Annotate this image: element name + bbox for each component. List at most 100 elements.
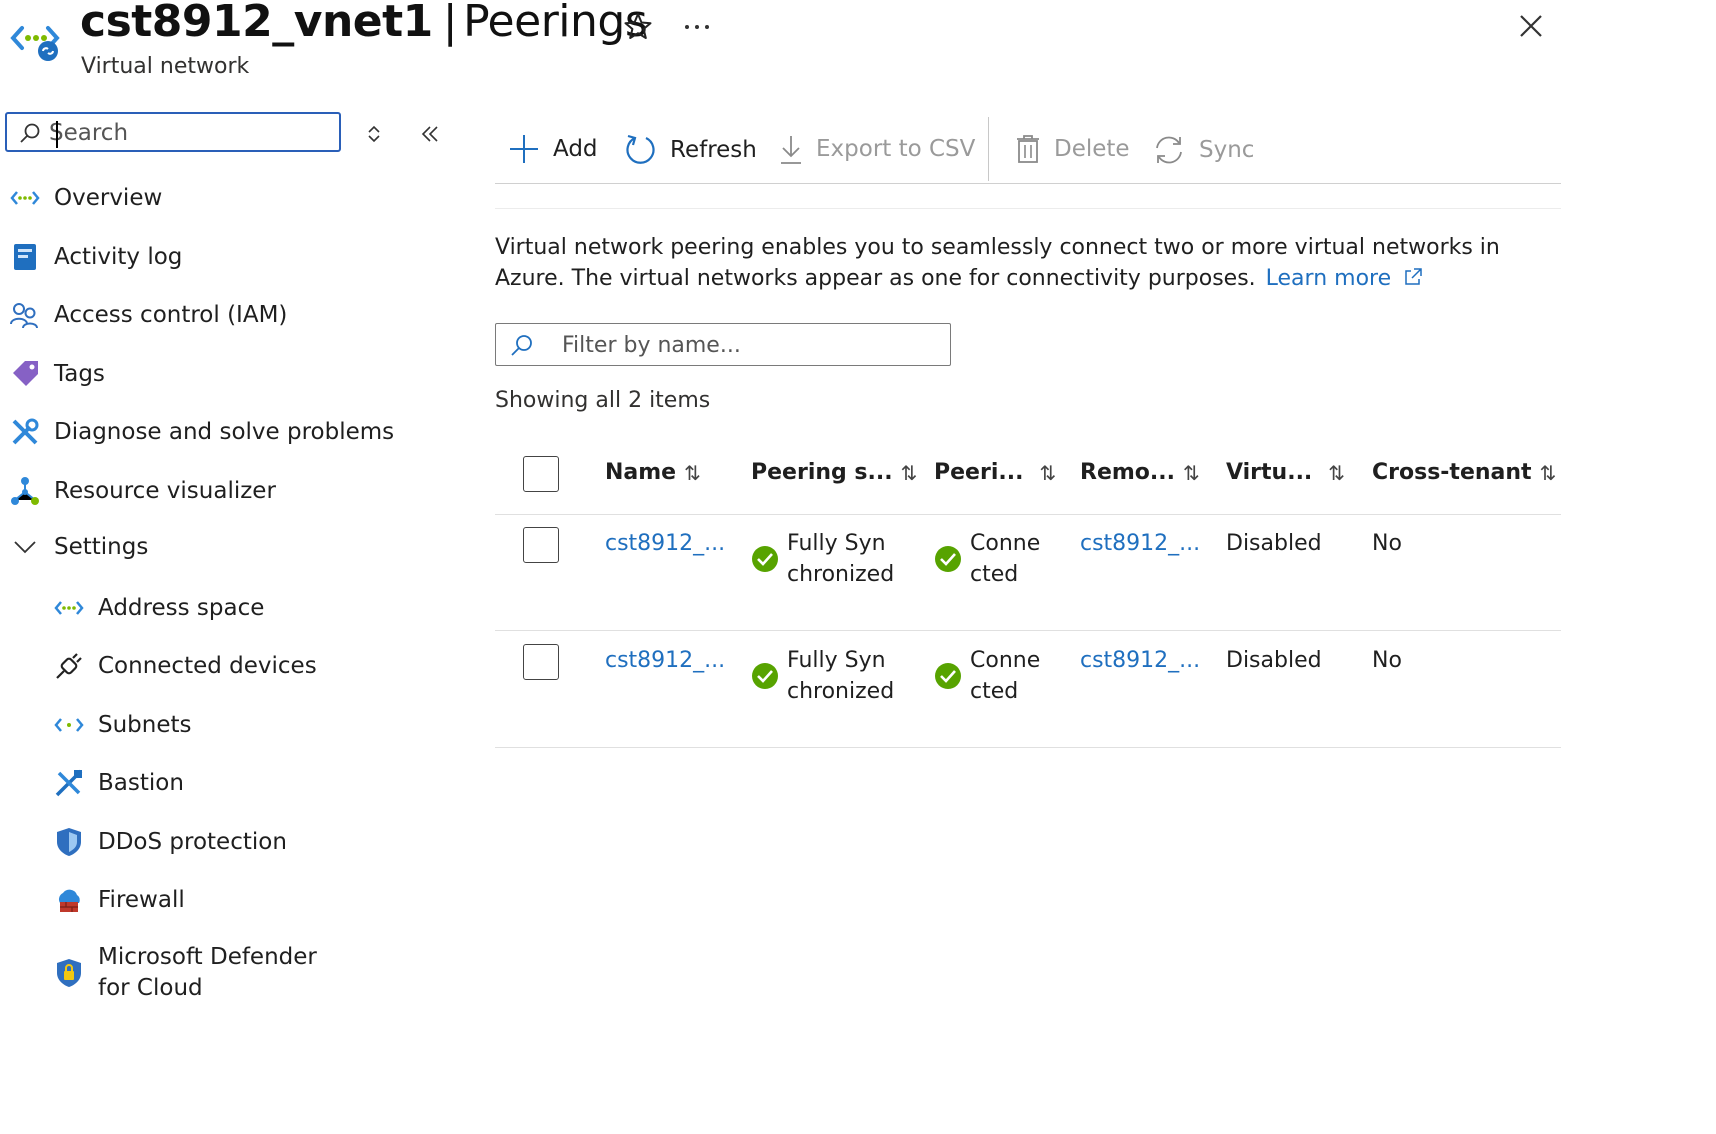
sidebar-item-tags[interactable]: Tags (10, 359, 105, 389)
column-header-peering-sync[interactable]: Peering s... ⇅ (751, 460, 917, 485)
section-divider (495, 208, 1561, 209)
success-check-icon (934, 545, 962, 573)
delete-label: Delete (1054, 136, 1130, 162)
cross-tenant-value: No (1372, 648, 1402, 673)
toolbar-bottom-divider (495, 183, 1561, 184)
activity-log-icon (10, 242, 40, 272)
remote-vnet-link[interactable]: cst8912_... (1080, 528, 1200, 559)
collapse-sidebar-icon[interactable] (421, 125, 439, 143)
vnet-resource-icon (10, 18, 64, 66)
wrench-icon (10, 417, 40, 447)
defender-icon (54, 958, 84, 988)
sidebar-item-bastion[interactable]: Bastion (54, 768, 184, 798)
column-header-label: Peeri... (934, 460, 1024, 485)
tag-icon (10, 359, 40, 389)
sidebar-item-label: Overview (54, 185, 163, 211)
sidebar-item-overview[interactable]: Overview (10, 183, 162, 213)
sidebar-item-connected-devices[interactable]: Connected devices (54, 651, 317, 681)
sidebar-search-input[interactable] (49, 119, 329, 147)
sort-icon: ⇅ (1039, 460, 1057, 485)
more-options-icon[interactable] (684, 24, 710, 30)
learn-more-link[interactable]: Learn more (1266, 266, 1422, 291)
virtual-gateway-value: Disabled (1226, 648, 1322, 673)
column-header-peering-state[interactable]: Peeri... ⇅ (934, 460, 1056, 485)
remote-vnet-link[interactable]: cst8912_... (1080, 645, 1200, 676)
column-header-cross-tenant[interactable]: Cross-tenant ⇅ (1372, 460, 1556, 485)
plug-icon (54, 651, 84, 681)
sidebar-item-subnets[interactable]: Subnets (54, 710, 192, 740)
expand-collapse-icon[interactable] (367, 124, 381, 144)
favorite-star-icon[interactable] (624, 12, 652, 40)
sidebar-item-label: Connected devices (98, 653, 317, 679)
column-header-label: Remo... (1080, 460, 1175, 485)
peering-state-status: Connected (934, 645, 1042, 707)
sort-icon: ⇅ (900, 460, 918, 485)
sidebar-item-diagnose[interactable]: Diagnose and solve problems (10, 417, 394, 447)
peering-name-link[interactable]: cst8912_... (605, 645, 725, 676)
sidebar-search-box[interactable] (5, 112, 341, 152)
sidebar-item-label: Access control (IAM) (54, 302, 288, 328)
firewall-icon (54, 885, 84, 915)
close-icon[interactable] (1519, 14, 1543, 38)
filter-box[interactable] (495, 323, 951, 366)
sidebar-item-label: Resource visualizer (54, 478, 276, 504)
sidebar-item-access-control[interactable]: Access control (IAM) (10, 300, 287, 330)
select-all-checkbox[interactable] (523, 456, 559, 492)
sort-icon: ⇅ (1328, 460, 1346, 485)
success-check-icon (934, 662, 962, 690)
column-header-name[interactable]: Name ⇅ (605, 460, 701, 485)
filter-by-name-input[interactable] (562, 332, 932, 358)
status-text: Fully Synchronized (787, 648, 895, 704)
refresh-button[interactable]: Refresh (625, 134, 757, 165)
download-icon (780, 134, 802, 164)
delete-button[interactable]: Delete (1016, 134, 1130, 164)
column-header-virtual-gateway[interactable]: Virtu... ⇅ (1226, 460, 1345, 485)
vnet-icon (10, 183, 40, 213)
chevron-down-icon (10, 532, 40, 562)
sidebar-item-label: Bastion (98, 770, 184, 796)
text-cursor (56, 121, 58, 148)
column-header-label: Name (605, 460, 677, 485)
sync-label: Sync (1199, 137, 1255, 163)
cross-tenant-value: No (1372, 531, 1402, 556)
subnet-icon (54, 710, 84, 740)
refresh-label: Refresh (670, 136, 757, 163)
row-divider (495, 747, 1561, 748)
peering-sync-status: Fully Synchronized (751, 528, 897, 590)
sync-button[interactable]: Sync (1153, 134, 1254, 166)
export-label: Export to CSV (816, 136, 976, 162)
search-icon (510, 333, 534, 357)
column-header-remote[interactable]: Remo... ⇅ (1080, 460, 1200, 485)
sidebar-item-ddos-protection[interactable]: DDoS protection (54, 827, 287, 857)
sidebar-item-resource-visualizer[interactable]: Resource visualizer (10, 476, 276, 506)
add-button[interactable]: Add (509, 134, 598, 164)
trash-icon (1016, 134, 1040, 164)
sidebar-item-address-space[interactable]: Address space (54, 593, 264, 623)
bastion-icon (54, 768, 84, 798)
sidebar-item-firewall[interactable]: Firewall (54, 885, 185, 915)
sidebar-item-label: Microsoft Defender for Cloud (98, 944, 317, 1001)
column-header-label: Virtu... (1226, 460, 1313, 485)
add-label: Add (553, 136, 598, 162)
sidebar-item-activity-log[interactable]: Activity log (10, 242, 182, 272)
sync-icon (1153, 134, 1185, 166)
success-check-icon (751, 662, 779, 690)
learn-more-label: Learn more (1265, 266, 1392, 291)
column-header-label: Peering s... (751, 460, 893, 485)
sidebar-item-defender[interactable]: Microsoft Defender for Cloud (54, 942, 354, 1004)
resource-name: cst8912_vnet1 (80, 0, 433, 47)
refresh-icon (625, 134, 656, 165)
external-link-icon (1404, 268, 1422, 286)
sidebar-item-label: Address space (98, 595, 265, 621)
row-checkbox[interactable] (523, 644, 559, 680)
peering-name-link[interactable]: cst8912_... (605, 528, 725, 559)
page-title: cst8912_vnet1 | Peerings (80, 0, 648, 47)
sidebar-group-settings[interactable]: Settings (10, 532, 148, 562)
row-checkbox[interactable] (523, 527, 559, 563)
sort-icon: ⇅ (684, 460, 701, 485)
resource-type: Virtual network (81, 54, 250, 79)
header-row-divider (495, 514, 1561, 515)
sidebar-item-label: Activity log (54, 244, 183, 270)
export-csv-button[interactable]: Export to CSV (780, 134, 975, 164)
peering-sync-status: Fully Synchronized (751, 645, 897, 707)
